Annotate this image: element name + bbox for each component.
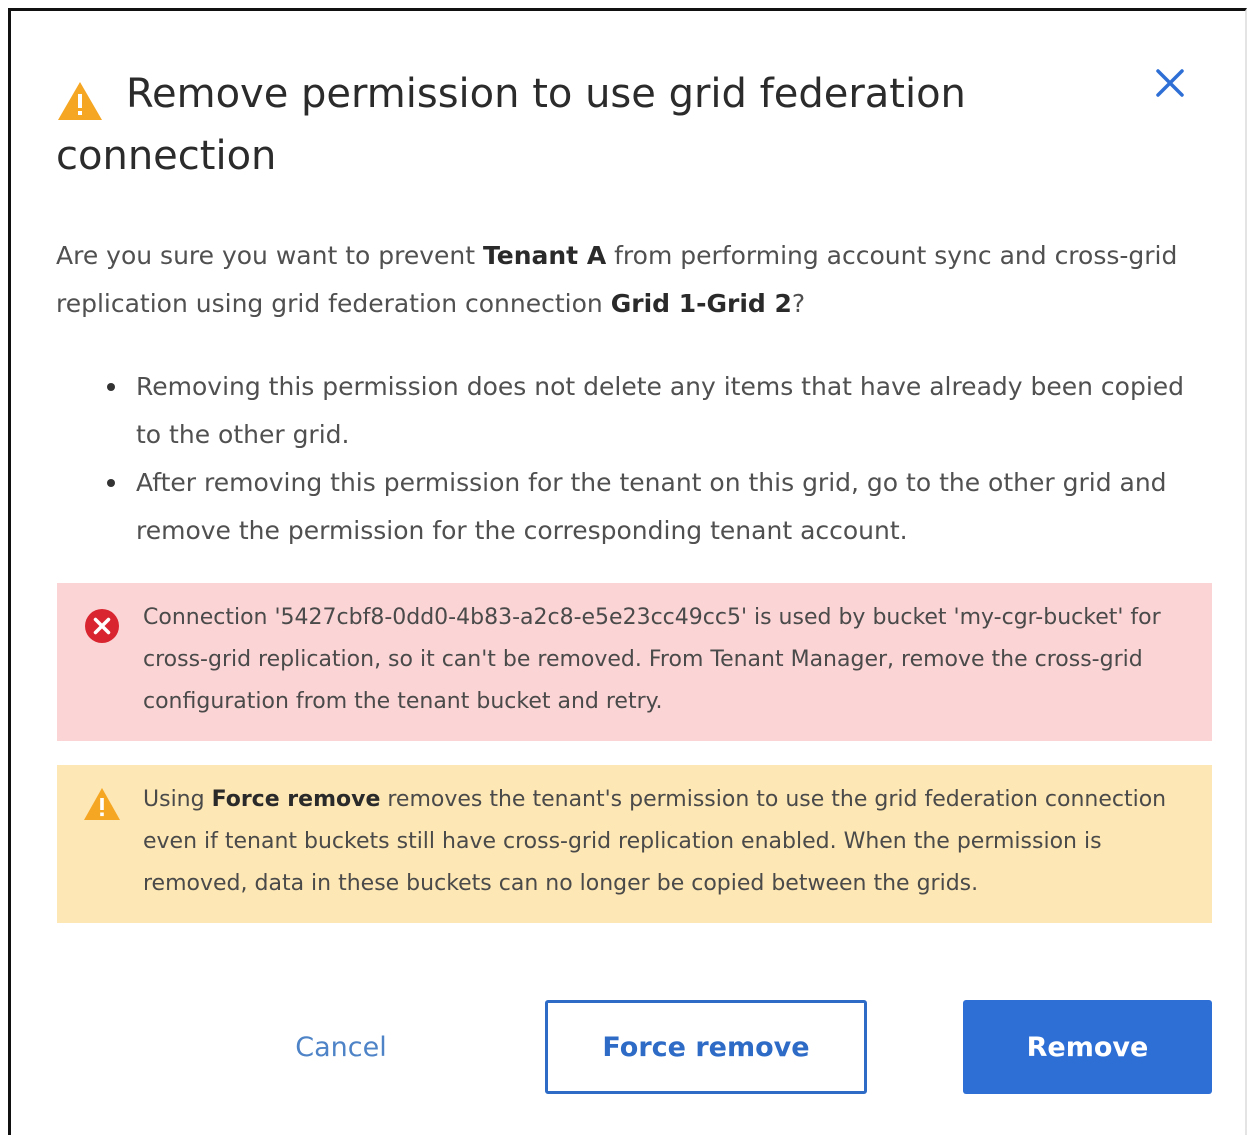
close-icon[interactable] [1152, 65, 1188, 101]
error-alert-text: Connection '5427cbf8-0dd0-4b83-a2c8-e5e2… [143, 605, 1161, 714]
force-remove-button[interactable]: Force remove [545, 1000, 867, 1094]
warning-prefix: Using [143, 787, 212, 812]
remove-permission-dialog: Remove permission to use grid federation… [8, 8, 1247, 1135]
cancel-button[interactable]: Cancel [241, 1000, 441, 1094]
warning-alert-text: Using Force remove removes the tenant's … [143, 779, 1193, 905]
warning-triangle-icon [82, 786, 122, 822]
error-circle-x-icon [84, 608, 120, 644]
confirm-message: Are you sure you want to prevent Tenant … [56, 232, 1186, 328]
warning-emphasis: Force remove [211, 787, 381, 812]
list-item: After removing this permission for the t… [107, 459, 1196, 555]
info-list: Removing this permission does not delete… [107, 363, 1196, 555]
dialog-title: Remove permission to use grid federation… [56, 71, 966, 179]
error-alert: Connection '5427cbf8-0dd0-4b83-a2c8-e5e2… [57, 583, 1212, 741]
list-item-text: After removing this permission for the t… [136, 468, 1167, 545]
warning-alert: Using Force remove removes the tenant's … [57, 765, 1212, 923]
list-item: Removing this permission does not delete… [107, 363, 1196, 459]
remove-button[interactable]: Remove [963, 1000, 1212, 1094]
confirm-suffix: ? [791, 289, 806, 318]
confirm-prefix: Are you sure you want to prevent [56, 241, 484, 270]
bullet-dot [107, 479, 115, 487]
list-item-text: Removing this permission does not delete… [136, 372, 1185, 449]
bullet-dot [107, 383, 115, 391]
connection-name: Grid 1-Grid 2 [610, 289, 792, 318]
tenant-name: Tenant A [483, 241, 607, 270]
